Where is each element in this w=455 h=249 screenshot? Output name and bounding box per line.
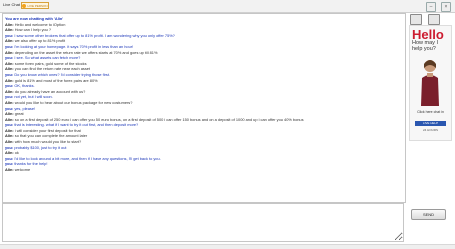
message-speaker: you: [5,83,14,89]
liveperson-logo: LIVE PERSON [21,2,49,9]
message-speaker: Alin: [5,167,14,173]
message-speaker: Alin: [5,139,14,145]
ad-hours: 24 HOURS [422,128,438,132]
close-icon[interactable]: × [441,2,451,12]
message-text: some forex pairs, gold some of the stock… [14,60,87,66]
message-input[interactable] [2,203,404,242]
message-speaker: Alin: [5,49,14,55]
message-speaker: you: [5,94,14,100]
message-text: i will consider your first deposit for t… [14,127,81,133]
message-speaker: you: [5,122,14,128]
tool-icons [410,14,440,25]
message-speaker: Alin: [5,88,14,94]
message-text: ok [14,150,19,156]
message-speaker: Alin: [5,111,14,117]
message-speaker: Alin: [5,21,14,27]
agent-photo-icon [421,60,439,106]
message-text: I saw some other brokers that offer up t… [14,32,175,38]
message-speaker: you: [5,71,14,77]
minimize-icon[interactable]: – [426,2,436,12]
message-speaker: Alin: [5,127,14,133]
send-button[interactable]: SEND [411,209,446,220]
ad-subline: How may I help you? [412,40,438,52]
message-text: OK, thanks. [14,83,35,89]
message-speaker: you: [5,161,14,167]
message-text: so on a first deposit of 250 euro i can … [14,116,304,122]
message-text: Hello and welcome to iOption [14,21,66,27]
message-text: that is interesting. what if I want to t… [14,122,139,128]
message-text: would you like to hear about our bonus p… [14,99,133,105]
message-speaker: Alin: [5,38,14,44]
message-text: not yet, but I will soon. [14,94,53,100]
chat-transcript: You are now chatting with 'Alin' Alin: H… [5,16,403,173]
message-text: probably $100, just to try it out [14,144,67,150]
message-text: great [14,111,24,117]
message-speaker: Alin: [5,133,14,139]
message-speaker: you: [5,144,14,150]
print-icon[interactable] [410,14,422,25]
message-text: gold is 81% and most of the forex pairs … [14,77,98,83]
message-text: you can find the return rate near each a… [14,66,91,72]
message-text: yes, please! [14,105,36,111]
message-text: so that you can complete the amount late… [14,133,88,139]
message-text: welcome [14,167,31,173]
message-speaker: you: [5,55,14,61]
message-text: I see. So what assets can fetch more? [14,55,81,61]
title-bar: Live Chat by LIVE PERSON – × [0,0,455,13]
message-speaker: you: [5,105,14,111]
ad-cta: Click here chat in [417,110,444,114]
message-text: do you already have an account with us? [14,88,86,94]
message-speaker: Alin: [5,99,14,105]
message-speaker: Alin: [5,77,14,83]
email-transcript-icon[interactable] [428,14,440,25]
message-text: I'm looking at your homepage. it says 70… [14,43,134,49]
brand-label: LIVE PERSON [27,4,48,8]
message-speaker: Alin: [5,116,14,122]
window-controls: – × [426,2,451,12]
live-help-badge: LIVE HELP [415,121,446,126]
chat-message-agent: Alin: welcome [5,167,403,173]
message-speaker: Alin: [5,66,14,72]
message-text: thanks for the help! [14,161,48,167]
ad-headline: Hello [412,27,444,42]
status-bar [0,244,455,249]
message-speaker: you: [5,43,14,49]
message-speaker: Alin: [5,27,14,33]
chat-transcript-panel[interactable]: You are now chatting with 'Alin' Alin: H… [2,13,406,203]
message-text: Do you know which ones? I'd consider try… [14,71,110,77]
message-text: I'd like to look around a bit more, and … [14,155,161,161]
message-speaker: you: [5,155,14,161]
message-speaker: Alin: [5,150,14,156]
message-text: with how much would you like to start? [14,139,82,145]
message-speaker: Alin: [5,60,14,66]
message-speaker: you: [5,32,14,38]
help-advert[interactable]: Hello How may I help you? Click here cha… [409,25,452,141]
message-text: How can I help you ? [14,27,52,33]
message-text: depending on the asset the return rate w… [14,49,158,55]
message-text: we also offer up to 81% profit [14,38,66,44]
